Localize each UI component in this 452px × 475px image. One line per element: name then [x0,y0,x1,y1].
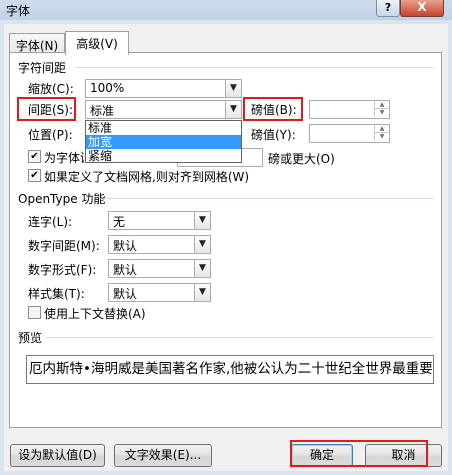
scale-label: 缩放(C): [28,82,74,96]
spacing-pts-label: 磅值(B): [251,103,297,117]
chevron-down-icon[interactable]: ▼ [225,101,241,118]
divider [76,67,434,68]
spin-up-icon[interactable]: ▲ [374,125,389,133]
close-button[interactable]: X [400,0,444,17]
set-default-button[interactable]: 设为默认值(D) [10,444,105,467]
chevron-down-icon[interactable]: ▼ [194,260,210,277]
scale-value: 100% [90,81,125,95]
tab-advanced[interactable]: 高级(V) [65,31,129,55]
scale-combo[interactable]: 100% ▼ [85,79,242,98]
kerning-checkbox[interactable]: ✔ [28,150,41,163]
chevron-down-icon[interactable]: ▼ [194,284,210,301]
kerning-suffix: 磅或更大(O) [268,152,335,166]
snap-grid-checkbox[interactable]: ✔ [28,169,41,182]
spin-down-icon[interactable]: ▼ [374,109,389,117]
chevron-down-icon[interactable]: ▼ [225,80,241,97]
ligatures-combo[interactable]: 无 ▼ [108,211,211,230]
stylistic-sets-value: 默认 [113,287,138,301]
stylistic-sets-label: 样式集(T): [28,287,85,301]
spin-up-icon[interactable]: ▲ [374,101,389,109]
ligatures-label: 连字(L): [28,215,73,229]
spacing-combo[interactable]: 标准 ▼ [85,100,242,119]
number-forms-label: 数字形式(F): [28,263,97,277]
position-label: 位置(P): [28,128,73,142]
chevron-down-icon[interactable]: ▼ [194,212,210,229]
spin-down-icon[interactable]: ▼ [374,133,389,141]
position-pts-label: 磅值(Y): [251,128,296,142]
preview-title: 预览 [18,331,43,345]
divider [46,337,434,338]
char-spacing-title: 字符间距 [18,61,67,75]
number-forms-value: 默认 [113,263,138,277]
contextual-alternates-checkbox[interactable] [28,306,41,319]
number-spacing-label: 数字间距(M): [28,239,100,253]
dropdown-option-expanded[interactable]: 加宽 [86,135,241,149]
spacing-dropdown-list[interactable]: 标准 加宽 紧缩 [85,120,242,163]
number-spacing-combo[interactable]: 默认 ▼ [108,235,211,254]
text-effects-button[interactable]: 文字效果(E)... [114,444,212,467]
stylistic-sets-combo[interactable]: 默认 ▼ [108,283,211,302]
window-title: 字体 [6,4,31,18]
spacing-label: 间距(S): [28,103,74,117]
help-button[interactable]: ? [376,0,400,17]
opentype-title: OpenType 功能 [18,192,106,206]
dropdown-option-condensed[interactable]: 紧缩 [86,149,241,163]
highlight-ok-button [290,440,428,467]
spacing-value: 标准 [90,104,115,118]
kerning-label: 为字体调整字间距(K): [44,151,84,165]
position-pts-spinner[interactable]: ▲ ▼ [309,124,390,143]
snap-grid-label: 如果定义了文档网格,则对齐到网格(W) [44,170,250,184]
preview-box: 厄内斯特•海明威是美国著名作家,他被公认为二十世纪全世界最重要 [26,355,434,384]
dropdown-option-standard[interactable]: 标准 [86,121,241,135]
spacing-pts-spinner[interactable]: ▲ ▼ [309,100,390,119]
number-forms-combo[interactable]: 默认 ▼ [108,259,211,278]
ligatures-value: 无 [113,215,126,229]
contextual-alternates-label: 使用上下文替换(A) [44,307,146,321]
number-spacing-value: 默认 [113,239,138,253]
chevron-down-icon[interactable]: ▼ [194,236,210,253]
divider [104,198,434,199]
